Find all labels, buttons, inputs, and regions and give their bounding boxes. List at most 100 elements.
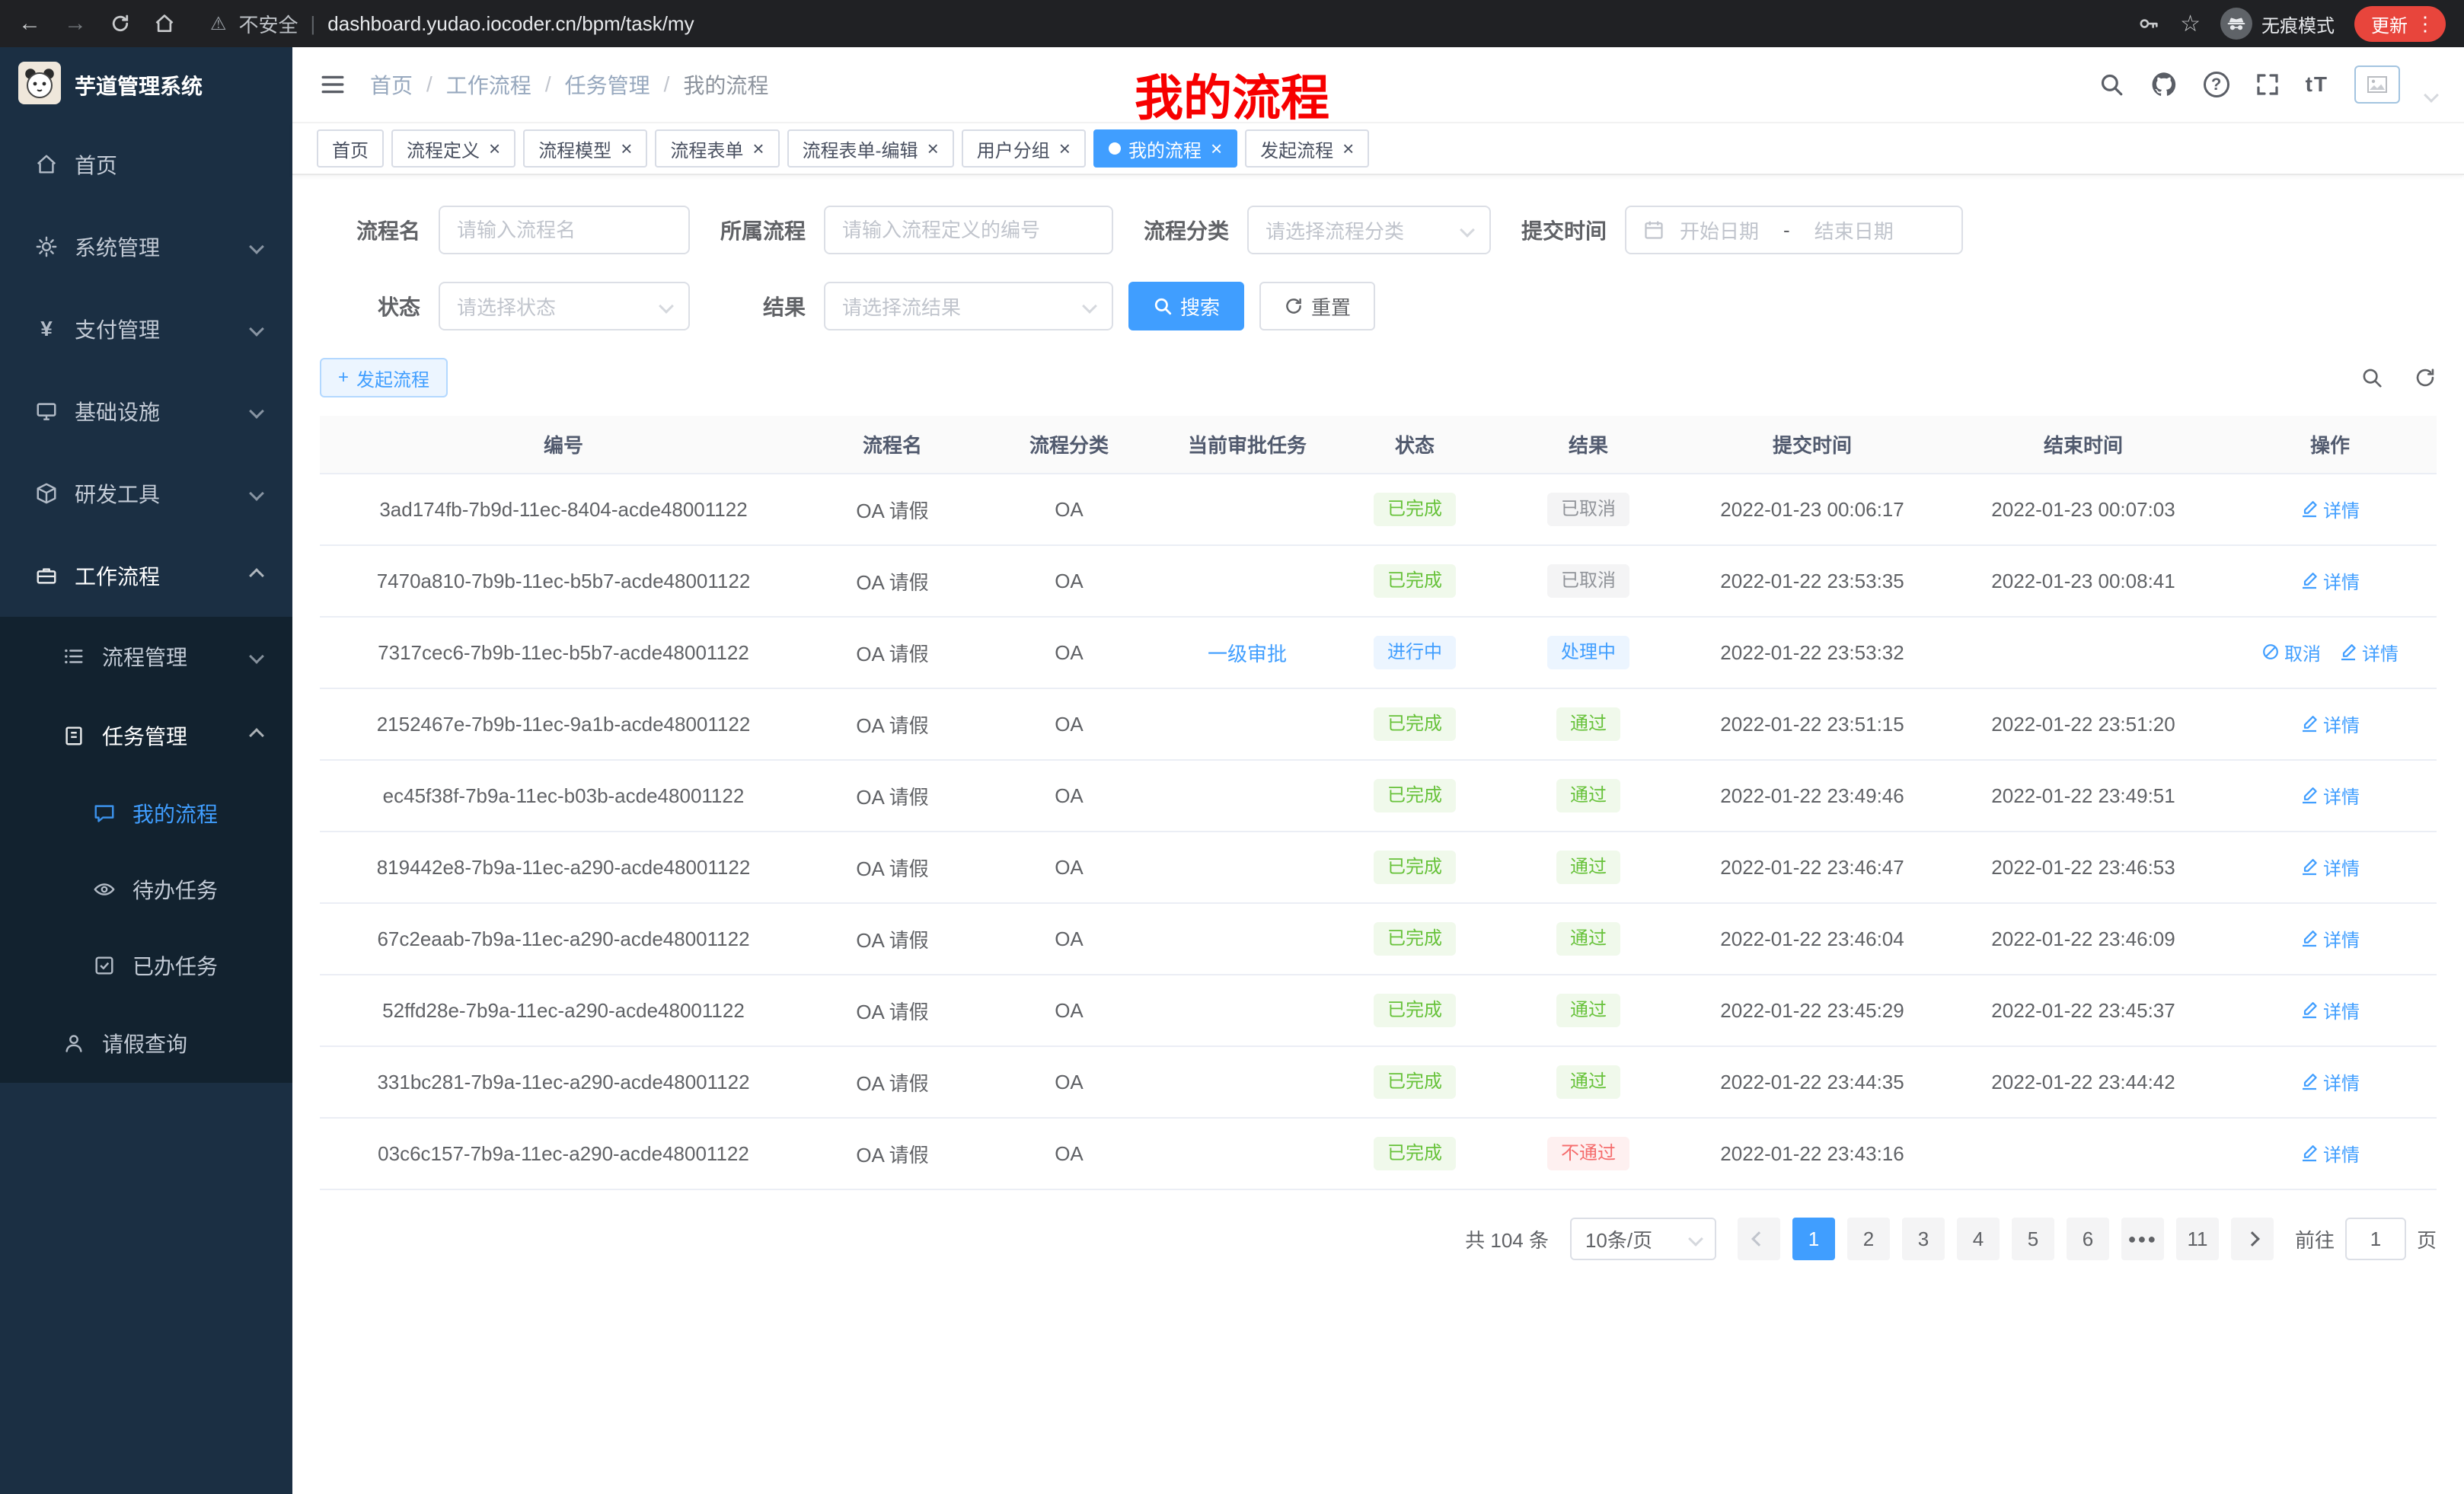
- pager-goto: 前往 页: [2295, 1218, 2437, 1260]
- pager-page-11[interactable]: 11: [2176, 1218, 2219, 1260]
- result-badge: 已取消: [1547, 493, 1629, 526]
- pager-page-6[interactable]: 6: [2067, 1218, 2109, 1260]
- breadcrumb: 首页 / 工作流程 / 任务管理 / 我的流程: [370, 69, 768, 100]
- sidebar-item-workflow[interactable]: 工作流程: [0, 535, 292, 617]
- sidebar-collapse-icon[interactable]: [320, 72, 346, 97]
- tab[interactable]: 我的流程 ×: [1093, 129, 1237, 168]
- tab-close-icon[interactable]: ×: [1211, 139, 1222, 158]
- owner-process-input[interactable]: [842, 219, 1095, 242]
- pager-next[interactable]: [2231, 1218, 2274, 1260]
- help-icon[interactable]: ?: [2204, 72, 2229, 97]
- sidebar-item-done-tasks[interactable]: 已办任务: [0, 927, 292, 1004]
- date-range-picker[interactable]: 开始日期 - 结束日期: [1625, 206, 1963, 254]
- tab-close-icon[interactable]: ×: [1059, 139, 1071, 158]
- back-icon[interactable]: ←: [18, 11, 41, 37]
- cell-actions: 详情: [2223, 1118, 2437, 1189]
- sidebar-item-devtools[interactable]: 研发工具: [0, 452, 292, 535]
- toolbar-refresh-icon[interactable]: [2414, 366, 2437, 389]
- cell-category: OA: [978, 1046, 1160, 1118]
- incognito-badge[interactable]: 无痕模式: [2220, 8, 2335, 40]
- sidebar-item-task-mgmt[interactable]: 任务管理: [0, 696, 292, 775]
- task-link[interactable]: 一级审批: [1208, 643, 1287, 666]
- detail-action[interactable]: 详情: [2300, 496, 2360, 522]
- cell-category: OA: [978, 975, 1160, 1046]
- reload-icon[interactable]: [110, 13, 131, 34]
- tab-close-icon[interactable]: ×: [752, 139, 764, 158]
- pager-page-1[interactable]: 1: [1792, 1218, 1835, 1260]
- pager-prev[interactable]: [1738, 1218, 1780, 1260]
- breadcrumb-item[interactable]: 任务管理: [565, 69, 650, 100]
- pager-page-3[interactable]: 3: [1902, 1218, 1945, 1260]
- breadcrumb-item[interactable]: 首页: [370, 69, 413, 100]
- filter-label: 状态: [320, 291, 439, 321]
- sidebar-item-home[interactable]: 首页: [0, 123, 292, 206]
- tab-close-icon[interactable]: ×: [927, 139, 939, 158]
- pager-page-5[interactable]: 5: [2012, 1218, 2054, 1260]
- tab[interactable]: 用户分组 ×: [962, 129, 1086, 168]
- search-button[interactable]: 搜索: [1128, 282, 1244, 330]
- cancel-action[interactable]: 取消: [2261, 639, 2321, 666]
- address-url: dashboard.yudao.iocoder.cn/bpm/task/my: [327, 12, 694, 36]
- forward-icon[interactable]: →: [64, 11, 87, 37]
- toolbar-search-icon[interactable]: [2360, 366, 2383, 389]
- password-key-icon[interactable]: [2137, 12, 2160, 35]
- cell-actions: 取消详情: [2223, 617, 2437, 688]
- browser-menu-icon[interactable]: ⋮: [2415, 12, 2435, 36]
- user-avatar[interactable]: [2354, 65, 2400, 104]
- tab[interactable]: 流程定义 ×: [391, 129, 515, 168]
- cell-current-task: [1160, 688, 1334, 760]
- pager-page-4[interactable]: 4: [1957, 1218, 2000, 1260]
- navbar-search-icon[interactable]: [2099, 72, 2124, 97]
- detail-action[interactable]: 详情: [2300, 1140, 2360, 1167]
- create-process-button[interactable]: + 发起流程: [320, 358, 448, 397]
- cell-id: 819442e8-7b9a-11ec-a290-acde48001122: [320, 832, 807, 903]
- tab-close-icon[interactable]: ×: [621, 139, 632, 158]
- sidebar-item-process-mgmt[interactable]: 流程管理: [0, 617, 292, 696]
- pager-more[interactable]: ●●●: [2121, 1218, 2164, 1260]
- github-icon[interactable]: [2150, 71, 2178, 98]
- address-bar[interactable]: ⚠ 不安全 | dashboard.yudao.iocoder.cn/bpm/t…: [210, 10, 2115, 38]
- tab[interactable]: 发起流程 ×: [1245, 129, 1369, 168]
- category-select[interactable]: 请选择流程分类: [1247, 206, 1491, 254]
- sidebar-item-system[interactable]: 系统管理: [0, 206, 292, 288]
- tab-close-icon[interactable]: ×: [1342, 139, 1354, 158]
- detail-action[interactable]: 详情: [2339, 639, 2399, 666]
- sidebar-item-leave-query[interactable]: 请假查询: [0, 1004, 292, 1083]
- goto-page-input[interactable]: [2345, 1218, 2406, 1260]
- detail-action[interactable]: 详情: [2300, 854, 2360, 880]
- pager-page-2[interactable]: 2: [1847, 1218, 1890, 1260]
- fullscreen-icon[interactable]: [2255, 72, 2280, 97]
- app-logo[interactable]: 芋道管理系统: [0, 47, 292, 123]
- cell-end-time: [1943, 617, 2223, 688]
- sidebar-item-payment[interactable]: ¥ 支付管理: [0, 288, 292, 370]
- status-select[interactable]: 请选择状态: [439, 282, 690, 330]
- page-size-select[interactable]: 10条/页: [1570, 1218, 1716, 1260]
- sidebar-item-label: 流程管理: [102, 641, 187, 672]
- cell-current-task: [1160, 903, 1334, 975]
- sidebar-item-todo-tasks[interactable]: 待办任务: [0, 851, 292, 927]
- detail-action[interactable]: 详情: [2300, 1068, 2360, 1095]
- detail-action[interactable]: 详情: [2300, 567, 2360, 594]
- tab[interactable]: 流程表单-编辑 ×: [787, 129, 954, 168]
- detail-action[interactable]: 详情: [2300, 997, 2360, 1023]
- sidebar-item-infra[interactable]: 基础设施: [0, 370, 292, 452]
- detail-action[interactable]: 详情: [2300, 782, 2360, 809]
- sidebar-item-my-process[interactable]: 我的流程: [0, 775, 292, 851]
- reset-button[interactable]: 重置: [1259, 282, 1375, 330]
- font-size-icon[interactable]: tT: [2306, 72, 2328, 97]
- breadcrumb-item[interactable]: 工作流程: [446, 69, 531, 100]
- update-button[interactable]: 更新 ⋮: [2354, 6, 2446, 42]
- process-name-input[interactable]: [457, 219, 672, 242]
- tab[interactable]: 流程模型 ×: [523, 129, 647, 168]
- result-select[interactable]: 请选择流结果: [824, 282, 1113, 330]
- avatar-caret-icon[interactable]: [2424, 88, 2439, 103]
- detail-action[interactable]: 详情: [2300, 710, 2360, 737]
- bookmark-star-icon[interactable]: ☆: [2180, 11, 2201, 37]
- tab[interactable]: 流程表单 ×: [655, 129, 779, 168]
- column-header-current-task: 当前审批任务: [1160, 416, 1334, 474]
- tab[interactable]: 首页: [317, 129, 384, 168]
- chevron-down-icon: [1688, 1231, 1703, 1247]
- tab-close-icon[interactable]: ×: [489, 139, 500, 158]
- detail-action[interactable]: 详情: [2300, 925, 2360, 952]
- browser-home-icon[interactable]: [154, 13, 175, 34]
